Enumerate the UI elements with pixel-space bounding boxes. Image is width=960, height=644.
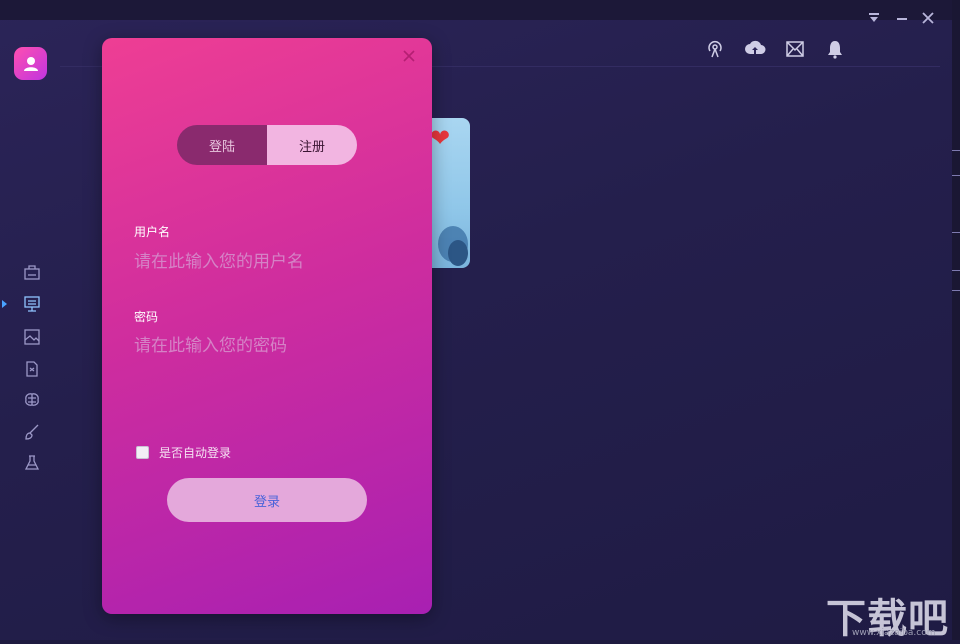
- mail-icon[interactable]: [784, 38, 806, 60]
- sidebar: [0, 0, 62, 640]
- bell-icon[interactable]: [824, 38, 846, 60]
- watermark-url: www.xiazaiba.com: [852, 628, 936, 638]
- username-label: 用户名: [134, 225, 171, 239]
- password-input[interactable]: [134, 332, 404, 360]
- broadcast-icon[interactable]: [704, 38, 726, 60]
- auto-login-label: 是否自动登录: [159, 446, 232, 460]
- close-icon[interactable]: [402, 50, 416, 64]
- login-button[interactable]: 登录: [167, 478, 367, 522]
- login-panel: 登陆 注册 用户名 密码 是否自动登录 登录: [102, 38, 432, 614]
- minimize-icon[interactable]: [894, 10, 910, 26]
- auto-login-row: 是否自动登录: [136, 444, 231, 461]
- dropdown-icon[interactable]: [866, 10, 882, 26]
- auth-tabs: 登陆 注册: [177, 125, 357, 165]
- image-icon[interactable]: [22, 327, 42, 347]
- close-icon[interactable]: [920, 10, 936, 26]
- username-input[interactable]: [134, 248, 404, 276]
- screen-icon[interactable]: [22, 294, 42, 314]
- app-logo: [14, 47, 47, 80]
- heart-icon: ❤: [430, 124, 451, 152]
- robot-doc-icon[interactable]: [22, 262, 42, 282]
- auto-login-checkbox[interactable]: [136, 446, 149, 459]
- active-marker: [2, 300, 7, 308]
- tab-login[interactable]: 登陆: [177, 125, 267, 165]
- password-label: 密码: [134, 310, 159, 324]
- paint-brush-icon[interactable]: [22, 422, 42, 442]
- document-icon[interactable]: [22, 359, 42, 379]
- cloud-upload-icon[interactable]: [744, 38, 766, 60]
- flask-icon[interactable]: [22, 453, 42, 473]
- title-bar: [0, 0, 960, 20]
- tab-register[interactable]: 注册: [267, 125, 357, 165]
- leaf-decoration: [448, 240, 468, 266]
- brain-icon[interactable]: [22, 390, 42, 410]
- window-edge: [952, 0, 960, 640]
